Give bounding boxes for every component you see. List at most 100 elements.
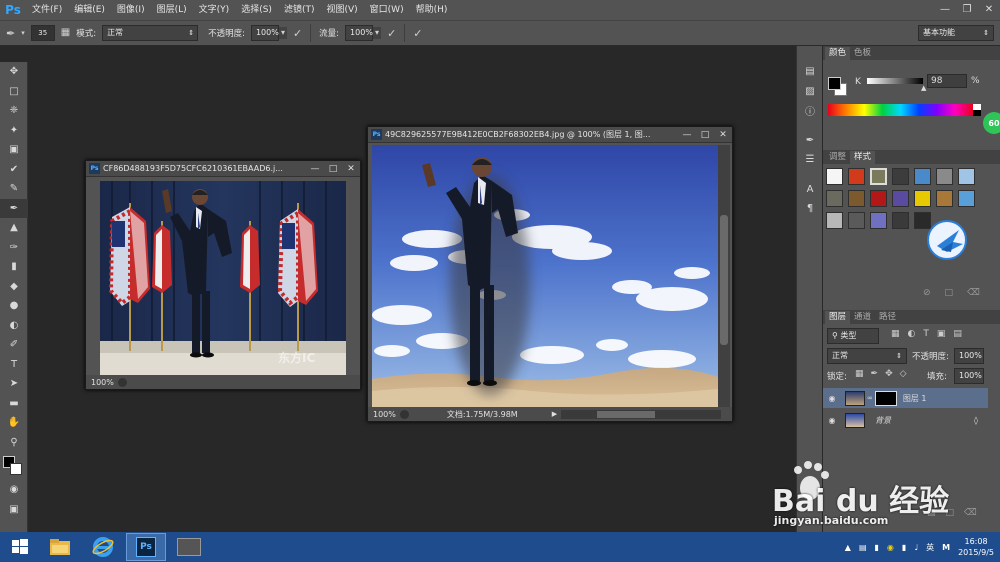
- security-icon[interactable]: ◉: [887, 543, 894, 552]
- k-value-field[interactable]: 98: [927, 74, 967, 88]
- layer-kind-filter[interactable]: ⚲ 类型: [827, 328, 879, 344]
- tab-channels[interactable]: 通道: [850, 311, 875, 324]
- opacity-field[interactable]: 100%: [250, 25, 279, 41]
- flow-field[interactable]: 100%: [345, 25, 374, 41]
- brush-presets-icon[interactable]: ✒: [797, 131, 823, 151]
- ie-button[interactable]: [83, 533, 123, 561]
- tab-swatches[interactable]: 色板: [850, 47, 875, 60]
- new-group-icon[interactable]: ▤: [927, 508, 936, 518]
- layer-row[interactable]: ◉ 背景 ◊: [823, 410, 988, 430]
- layer-mask-thumbnail[interactable]: [874, 390, 897, 406]
- horizontal-scrollbar[interactable]: [561, 409, 722, 419]
- new-style-icon[interactable]: □: [945, 288, 954, 298]
- style-swatch[interactable]: [936, 168, 953, 185]
- scrollbar-thumb[interactable]: [597, 410, 656, 418]
- info-panel-icon[interactable]: ⓘ: [797, 101, 823, 121]
- paint-bucket-tool-icon[interactable]: ◆: [0, 277, 28, 297]
- minimize-icon[interactable]: —: [678, 128, 696, 142]
- style-swatch[interactable]: [848, 168, 865, 185]
- pen-tool-icon[interactable]: ✐: [0, 335, 28, 355]
- style-swatch[interactable]: [936, 190, 953, 207]
- pixel-filter-icon[interactable]: ▦: [891, 329, 900, 339]
- clear-style-icon[interactable]: ⊘: [923, 288, 931, 298]
- properties-panel-icon[interactable]: ▨: [797, 82, 823, 102]
- lasso-tool-icon[interactable]: ❈: [0, 101, 28, 121]
- style-swatch[interactable]: [826, 212, 843, 229]
- menu-layer[interactable]: 图层(L): [151, 0, 193, 20]
- tab-color[interactable]: 颜色: [825, 47, 851, 60]
- canvas-image-podium[interactable]: 东方IC: [100, 181, 346, 375]
- tab-styles[interactable]: 样式: [850, 151, 876, 164]
- style-swatch[interactable]: [848, 190, 865, 207]
- style-swatch[interactable]: [848, 212, 865, 229]
- delete-style-icon[interactable]: ⌫: [967, 288, 980, 298]
- photo-viewer-button[interactable]: [169, 533, 209, 561]
- dodge-tool-icon[interactable]: ◐: [0, 316, 28, 336]
- maximize-icon[interactable]: □: [324, 162, 342, 176]
- new-layer-icon[interactable]: □: [946, 508, 955, 518]
- menu-file[interactable]: 文件(F): [26, 0, 68, 20]
- vertical-scrollbar[interactable]: [718, 145, 730, 407]
- menu-help[interactable]: 帮助(H): [410, 0, 454, 20]
- battery-icon[interactable]: ▮: [902, 543, 906, 552]
- tab-paths[interactable]: 路径: [875, 311, 900, 324]
- status-icon[interactable]: [117, 377, 127, 387]
- style-swatch[interactable]: [914, 168, 931, 185]
- slider-thumb-icon[interactable]: ▲: [921, 84, 926, 92]
- close-icon[interactable]: ✕: [342, 162, 360, 176]
- maximize-icon[interactable]: □: [696, 128, 714, 142]
- menu-image[interactable]: 图像(I): [111, 0, 151, 20]
- delete-layer-icon[interactable]: ⌫: [964, 508, 977, 518]
- play-icon[interactable]: ▶: [552, 410, 557, 418]
- canvas-image-composite[interactable]: [372, 145, 718, 407]
- hand-tool-icon[interactable]: ✋: [0, 413, 28, 433]
- scrollbar-thumb[interactable]: [720, 215, 728, 345]
- ime-mode[interactable]: M: [942, 543, 950, 552]
- brush-size-picker[interactable]: 35: [30, 25, 55, 41]
- style-swatch[interactable]: [870, 190, 887, 207]
- spectrum-black-swatch[interactable]: [973, 110, 981, 116]
- fill-field[interactable]: 100%: [954, 368, 984, 384]
- tab-layers[interactable]: 图层: [825, 311, 851, 324]
- blur-tool-icon[interactable]: ●: [0, 296, 28, 316]
- style-swatch[interactable]: [892, 212, 909, 229]
- healing-brush-tool-icon[interactable]: ✎: [0, 179, 28, 199]
- style-swatch[interactable]: [914, 190, 931, 207]
- pressure-size-icon[interactable]: ✓: [413, 28, 422, 39]
- menu-window[interactable]: 窗口(W): [364, 0, 410, 20]
- menu-type[interactable]: 文字(Y): [193, 0, 236, 20]
- tool-preset-arrow-icon[interactable]: ▾: [21, 29, 25, 37]
- background-color-swatch[interactable]: [10, 463, 22, 475]
- network-icon[interactable]: ▤: [859, 543, 867, 552]
- lock-transparent-icon[interactable]: ▦: [855, 369, 864, 379]
- style-swatch[interactable]: [892, 190, 909, 207]
- minimize-icon[interactable]: —: [306, 162, 324, 176]
- layer-name[interactable]: 背景: [875, 415, 891, 426]
- volume-icon[interactable]: ♩: [914, 543, 918, 552]
- explorer-button[interactable]: [40, 533, 80, 561]
- minimize-icon[interactable]: —: [934, 0, 956, 18]
- style-swatch[interactable]: [826, 190, 843, 207]
- character-panel-icon[interactable]: A: [797, 180, 823, 200]
- airbrush-icon[interactable]: ✓: [387, 28, 396, 39]
- brush-tool-icon[interactable]: ✒: [6, 28, 15, 39]
- menu-select[interactable]: 选择(S): [235, 0, 278, 20]
- photoshop-button[interactable]: Ps: [126, 533, 166, 561]
- move-tool-icon[interactable]: ✥: [0, 62, 28, 82]
- crop-tool-icon[interactable]: ▣: [0, 140, 28, 160]
- eyedropper-tool-icon[interactable]: ✔: [0, 160, 28, 180]
- menu-view[interactable]: 视图(V): [320, 0, 363, 20]
- rectangle-tool-icon[interactable]: ▬: [0, 394, 28, 414]
- tab-adjustments[interactable]: 调整: [825, 151, 850, 164]
- eye-icon[interactable]: ◉: [823, 394, 841, 403]
- zoom-level[interactable]: 100%: [91, 378, 114, 387]
- tray-arrow-icon[interactable]: ▲: [845, 543, 851, 552]
- style-swatch[interactable]: [892, 168, 909, 185]
- zoom-level[interactable]: 100%: [373, 410, 396, 419]
- close-icon[interactable]: ✕: [714, 128, 732, 142]
- magic-wand-tool-icon[interactable]: ✦: [0, 121, 28, 141]
- color-spectrum-bar[interactable]: [828, 104, 973, 116]
- brush-tool-icon[interactable]: ✒: [0, 198, 28, 218]
- pressure-opacity-icon[interactable]: ✓: [293, 28, 302, 39]
- paragraph-panel-icon[interactable]: ¶: [797, 199, 823, 219]
